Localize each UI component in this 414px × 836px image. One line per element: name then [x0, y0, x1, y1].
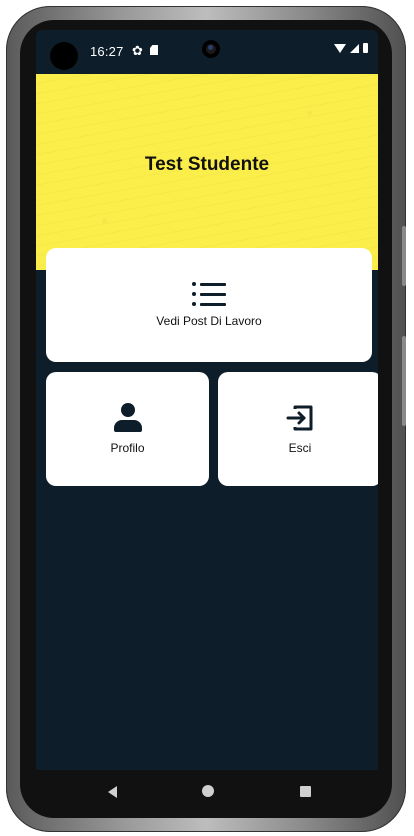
battery-icon	[363, 43, 368, 53]
power-button	[402, 336, 406, 426]
list-icon	[192, 282, 226, 306]
app-screen: 16:27 ✿ Test Studente Vedi Post Di Lavor…	[36, 30, 378, 770]
recents-button[interactable]	[300, 786, 311, 797]
navigation-bar	[36, 770, 378, 814]
volume-button	[402, 226, 406, 286]
system-icons	[334, 43, 368, 53]
profile-header: Test Studente	[36, 74, 378, 270]
logout-label: Esci	[288, 441, 312, 455]
gear-icon: ✿	[132, 43, 143, 58]
user-name-title: Test Studente	[144, 154, 270, 175]
status-time: 16:27	[90, 44, 124, 59]
profile-button[interactable]: Profilo	[46, 372, 209, 486]
person-icon	[113, 403, 143, 433]
job-posts-label: Vedi Post Di Lavoro	[156, 314, 262, 328]
back-button[interactable]	[108, 786, 117, 798]
logout-button[interactable]: Esci	[218, 372, 378, 486]
job-posts-button[interactable]: Vedi Post Di Lavoro	[46, 248, 372, 362]
front-camera	[202, 40, 220, 58]
profile-label: Profilo	[110, 441, 145, 455]
logout-icon	[286, 405, 313, 431]
sd-card-icon	[150, 45, 158, 55]
wifi-icon	[334, 43, 346, 53]
signal-icon	[350, 43, 359, 53]
home-button[interactable]	[202, 785, 214, 797]
camera-hole	[50, 42, 78, 70]
status-bar: 16:27 ✿	[36, 30, 378, 74]
